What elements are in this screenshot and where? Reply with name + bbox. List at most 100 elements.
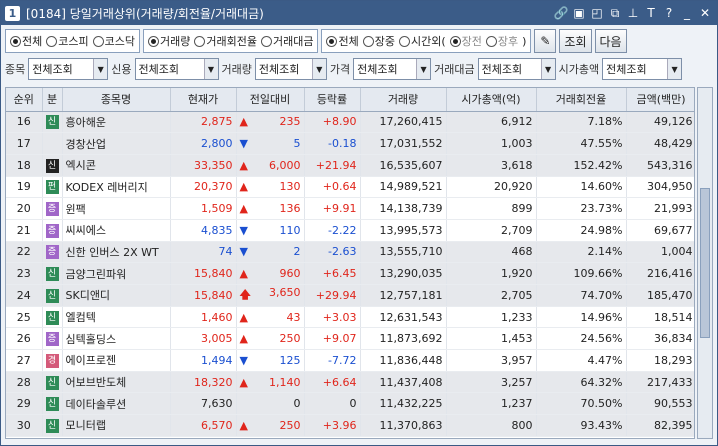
cell-turnover: 2.14% [536, 241, 627, 264]
select-volume[interactable]: 전체조회 ▼ [254, 58, 327, 80]
col-rank[interactable]: 순위 [6, 88, 43, 112]
cell-name[interactable]: 흥아해운 [62, 111, 171, 134]
cell-name[interactable]: 씨씨에스 [62, 219, 171, 242]
table-row[interactable]: 30 신 모니터랩 6,570 ▲ 250 +3.96 11,370,863 800 93.43%… [6, 414, 694, 437]
help-icon[interactable]: ? [661, 5, 677, 21]
col-amount[interactable]: 금액(백만) [626, 88, 694, 112]
radio-session-regular[interactable]: 장중 [362, 33, 395, 49]
query-button[interactable]: 조회 [559, 29, 592, 53]
window-icon[interactable]: ◰ [589, 5, 605, 21]
link-icon[interactable]: 🔗 [553, 5, 569, 21]
next-button[interactable]: 다음 [594, 29, 627, 53]
cell-name[interactable]: 윈팩 [62, 197, 171, 220]
col-turnover[interactable]: 거래회전율 [536, 88, 627, 112]
minimize-icon[interactable]: _ [679, 5, 695, 21]
table-row[interactable]: 29 신 데이타솔루션 7,630 0 0 11,432,225 1,237 70.50% 90,… [6, 392, 694, 416]
cell-rate: +0.64 [304, 176, 361, 199]
select-label-volume: 거래량 [221, 63, 252, 76]
table-row[interactable]: 21 증 씨씨에스 4,835 ▼ 110 -2.22 13,995,573 2,709 24.9… [6, 219, 694, 242]
copy-icon[interactable]: ⧉ [607, 5, 623, 21]
col-volume[interactable]: 거래량 [360, 88, 447, 112]
cell-price: 2,875 [170, 111, 237, 134]
table-row[interactable]: 16 신 흥아해운 2,875 ▲ 235 +8.90 17,260,415 6,912 7.18… [6, 111, 694, 134]
cell-name[interactable]: 어보브반도체 [62, 371, 171, 394]
cell-name[interactable]: 신한 인버스 2X WT [62, 241, 171, 264]
table-row[interactable]: 23 신 금양그린파워 15,840 ▲ 960 +6.45 13,290,035 1,920 1… [6, 262, 694, 285]
radio-sort-turnover[interactable]: 거래회전율 [194, 33, 257, 49]
market-badge: 신 [45, 267, 59, 282]
radio-session-pre[interactable]: 장전 [449, 33, 482, 49]
radio-session-post[interactable]: 장후 [485, 33, 518, 49]
col-change[interactable]: 전일대비 [236, 88, 305, 112]
font-icon[interactable]: T [643, 5, 659, 21]
select-credit[interactable]: 전체조회 ▼ [134, 58, 219, 80]
col-type[interactable]: 분 [42, 88, 63, 112]
down-triangle-icon: ▼ [239, 353, 248, 367]
change-value: 130 [279, 180, 301, 194]
cell-amount: 216,416 [626, 262, 694, 285]
radio-session-afterhours[interactable]: 시간외( [398, 33, 446, 49]
radio-sort-volume[interactable]: 거래량 [148, 33, 190, 49]
cell-turnover: 23.73% [536, 197, 627, 220]
scrollbar-thumb[interactable] [700, 188, 710, 338]
cell-name[interactable]: 엑시콘 [62, 154, 171, 177]
cell-name[interactable]: 심텍홀딩스 [62, 327, 171, 351]
select-cap[interactable]: 전체조회 ▼ [602, 58, 683, 80]
col-name[interactable]: 종목명 [62, 88, 171, 112]
title-bar: 1 [0184] 당일거래상위(거래량/회전율/거래대금) 🔗 ▣ ◰ ⧉ ⊥ … [1, 1, 717, 25]
data-grid[interactable]: 순위 분 종목명 현재가 전일대비 등락률 거래량 시가총액(억) 거래회전율 … [5, 87, 695, 439]
cell-price: 20,370 [170, 176, 237, 199]
cell-name[interactable]: 에이프로젠 [62, 349, 171, 372]
cell-amount: 18,514 [626, 306, 694, 329]
cell-name[interactable]: 모니터랩 [62, 414, 171, 437]
cell-name[interactable]: SK디앤디 [62, 284, 171, 307]
table-row[interactable]: 27 경 에이프로젠 1,494 ▼ 125 -7.72 11,836,448 3,957 4.4… [6, 349, 694, 372]
table-row[interactable]: 19 펀 KODEX 레버리지 20,370 ▲ 130 +0.64 14,989,521 20… [6, 176, 694, 199]
cell-amount: 49,126 [626, 111, 694, 134]
select-label-price: 가격 [329, 63, 351, 76]
vertical-scrollbar[interactable] [697, 87, 713, 439]
market-badge: 증 [45, 245, 59, 260]
table-row[interactable]: 25 신 엘컴텍 1,460 ▲ 43 +3.03 12,631,543 1,233 14.96%… [6, 306, 694, 329]
table-row[interactable]: 17 경창산업 2,800 ▼ 5 -0.18 17,031,552 1,003 47.55% 4… [6, 132, 694, 155]
table-row[interactable]: 22 증 신한 인버스 2X WT 74 ▼ 2 -2.63 13,555,710 468 2.1… [6, 241, 694, 264]
table-row[interactable]: 24 신 SK디앤디 15,840 🡅 3,650 +29.94 12,757,181 2,70… [6, 284, 694, 307]
memo-icon[interactable]: ▣ [571, 5, 587, 21]
col-price[interactable]: 현재가 [170, 88, 237, 112]
table-row[interactable]: 20 증 윈팩 1,509 ▲ 136 +9.91 14,138,739 899 23.73% 21… [6, 197, 694, 220]
market-badge: 신 [45, 288, 59, 303]
cell-cap: 468 [446, 241, 537, 264]
cell-name[interactable]: KODEX 레버리지 [62, 176, 171, 199]
select-stock[interactable]: 전체조회 ▼ [28, 58, 109, 80]
table-row[interactable]: 28 신 어보브반도체 18,320 ▲ 1,140 +6.64 11,437,408 3,25… [6, 371, 694, 394]
pin-icon[interactable]: ⊥ [625, 5, 641, 21]
radio-market-kospi[interactable]: 코스피 [46, 33, 89, 49]
cell-name[interactable]: 데이타솔루션 [62, 392, 171, 416]
select-price[interactable]: 전체조회 ▼ [353, 58, 432, 80]
cell-volume: 13,555,710 [360, 241, 447, 264]
cell-price: 3,005 [170, 327, 237, 351]
cell-rank: 22 [6, 241, 43, 264]
change-value: 235 [279, 115, 301, 129]
option-button[interactable]: ✎ [534, 29, 557, 53]
cell-rank: 27 [6, 349, 43, 372]
col-cap[interactable]: 시가총액(억) [446, 88, 537, 112]
select-amount[interactable]: 전체조회 ▼ [477, 58, 556, 80]
radio-market-all[interactable]: 전체 [10, 33, 42, 49]
market-badge: 증 [45, 332, 59, 347]
radio-session-all[interactable]: 전체 [326, 33, 359, 49]
cell-name[interactable]: 엘컴텍 [62, 306, 171, 329]
cell-type: 신 [42, 414, 63, 437]
close-icon[interactable]: ✕ [697, 5, 713, 21]
cell-rate: -7.72 [304, 349, 361, 372]
cell-change: ▲ 250 [236, 414, 305, 437]
table-row[interactable]: 18 신 엑시콘 33,350 ▲ 6,000 +21.94 16,535,607 3,618 1… [6, 154, 694, 177]
table-row[interactable]: 26 증 심텍홀딩스 3,005 ▲ 250 +9.07 11,873,692 1,453 24.… [6, 327, 694, 351]
radio-sort-amount[interactable]: 거래대금 [260, 33, 313, 49]
cell-name[interactable]: 경창산업 [62, 132, 171, 155]
cell-turnover: 109.66% [536, 262, 627, 285]
col-rate[interactable]: 등락률 [304, 88, 361, 112]
cell-change: ▲ 6,000 [236, 154, 305, 177]
cell-name[interactable]: 금양그린파워 [62, 262, 171, 285]
radio-market-kosdaq[interactable]: 코스닥 [92, 33, 135, 49]
